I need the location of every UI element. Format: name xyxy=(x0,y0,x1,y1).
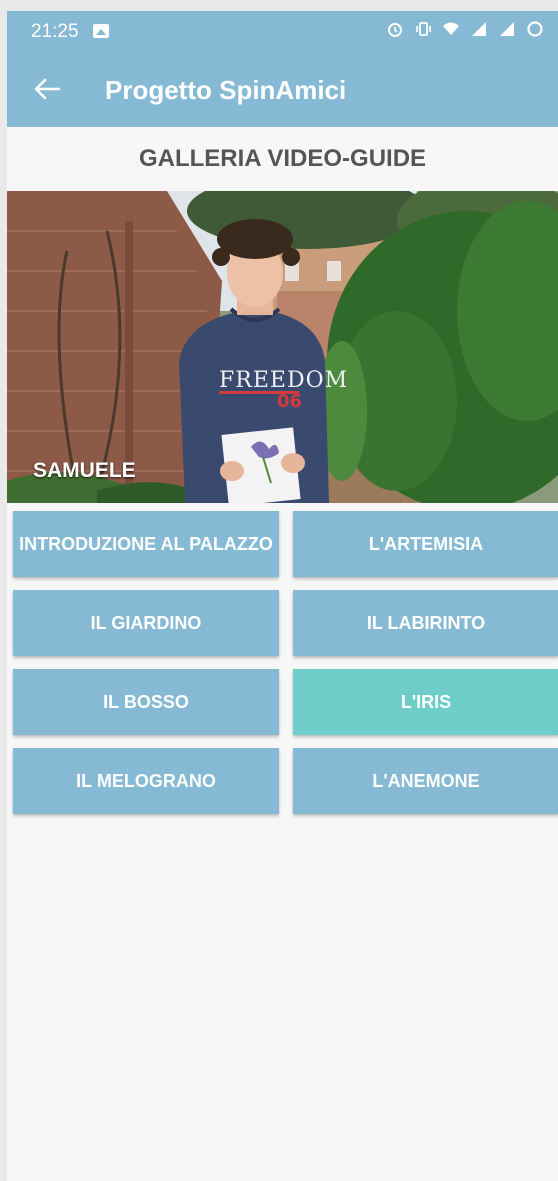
btn-introduzione-al-palazzo[interactable]: INTRODUZIONE AL PALAZZO xyxy=(13,511,279,577)
vibrate-icon xyxy=(416,22,431,36)
status-icons xyxy=(386,20,544,38)
screen: 21:25 Progetto SpinAmici GALLERIA VIDEO-… xyxy=(7,11,558,1181)
app-title: Progetto SpinAmici xyxy=(105,75,347,105)
arrow-left-icon[interactable] xyxy=(33,77,61,101)
status-time: 21:25 xyxy=(31,21,79,42)
video-frame-image: FREEDOM 06 xyxy=(7,191,558,503)
btn-il-labirinto[interactable]: IL LABIRINTO xyxy=(293,590,558,656)
signal-icon xyxy=(500,22,514,36)
btn-il-melograno[interactable]: IL MELOGRANO xyxy=(13,748,279,814)
gallery-title: GALLERIA VIDEO-GUIDE xyxy=(138,145,427,172)
video-speaker-name: SAMUELE xyxy=(33,459,136,482)
btn-il-giardino[interactable]: IL GIARDINO xyxy=(13,590,279,656)
signal-icon xyxy=(472,22,486,36)
btn-artemisia[interactable]: L'ARTEMISIA xyxy=(293,511,558,577)
btn-il-bosso[interactable]: IL BOSSO xyxy=(13,669,279,735)
btn-anemone[interactable]: L'ANEMONE xyxy=(293,748,558,814)
btn-iris[interactable]: L'IRIS xyxy=(293,669,558,735)
image-icon xyxy=(93,24,109,38)
alarm-icon xyxy=(388,23,402,37)
wifi-icon xyxy=(443,22,459,35)
app-bar: Progetto SpinAmici xyxy=(7,51,558,127)
status-bar: 21:25 xyxy=(7,11,558,51)
video-thumbnail[interactable]: FREEDOM 06 SAMUELE xyxy=(7,191,558,503)
circle-icon xyxy=(527,21,543,37)
svg-text:06: 06 xyxy=(277,391,302,412)
sweatshirt-text: FREEDOM xyxy=(219,368,348,393)
